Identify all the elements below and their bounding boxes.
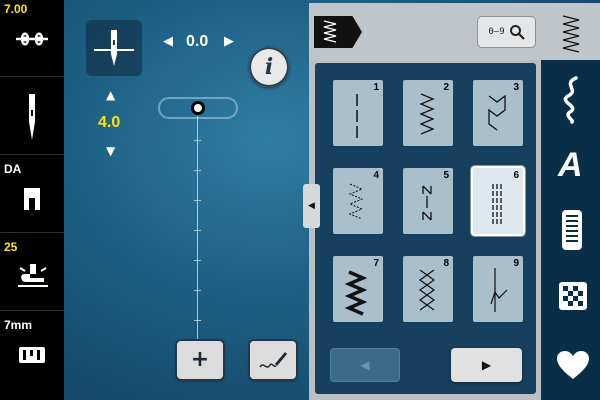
needle-position-value: 0.0 <box>186 33 209 50</box>
needle-button[interactable] <box>0 78 64 155</box>
slider-tick <box>194 140 201 141</box>
thread-tension-button[interactable]: 7.00 <box>0 0 64 77</box>
feed-dog-value: 7mm <box>4 318 33 332</box>
search-button[interactable]: 0–9 <box>478 17 535 47</box>
stitch-slider-line <box>197 116 198 341</box>
left-toolbar: 7.00 DA 25 7mm <box>0 0 64 400</box>
triple-straight-stitch-icon <box>492 184 502 224</box>
presser-pressure-button[interactable]: 25 <box>0 234 64 311</box>
slider-tick <box>194 170 201 171</box>
stitch-tile-3[interactable]: 3 <box>473 80 523 146</box>
stitch-tile-7[interactable]: 7 <box>333 256 383 322</box>
honeycomb-stitch-icon <box>418 269 436 311</box>
panel-collapse-handle[interactable]: ◀ <box>303 184 320 228</box>
next-page-button[interactable]: ▶ <box>451 348 522 382</box>
slider-tick <box>194 320 201 321</box>
presser-foot-pressure-icon <box>18 264 48 287</box>
thread-tension-icon <box>16 32 48 46</box>
presser-foot-icon <box>24 188 40 210</box>
needle-position-icon <box>94 30 134 66</box>
slider-tick <box>194 230 201 231</box>
stitch-designer-button[interactable] <box>250 341 296 379</box>
securing-stitch-icon <box>422 185 432 221</box>
collapse-arrow-icon: ◀ <box>308 201 315 211</box>
stitch-designer-pen-icon <box>259 352 287 368</box>
stitch-tile-4[interactable]: 4 <box>333 168 383 234</box>
slider-tick <box>194 290 201 291</box>
slider-tick <box>194 260 201 261</box>
info-button[interactable]: i <box>249 47 289 87</box>
stitch-tile-1[interactable]: 1 <box>333 80 383 146</box>
search-label: 0–9 <box>488 27 505 37</box>
needle-position-button[interactable] <box>86 20 142 76</box>
stitch-tile-5[interactable]: 5 <box>403 168 453 234</box>
info-icon: i <box>264 54 274 80</box>
thread-tension-value: 7.00 <box>4 2 28 16</box>
previous-page-button[interactable]: ◀ <box>330 348 400 382</box>
needle-icon <box>29 94 35 140</box>
category-tab[interactable] <box>314 16 362 48</box>
blind-stitch-icon <box>490 268 508 312</box>
straight-stitch-icon <box>356 94 358 138</box>
feed-dog-button[interactable]: 7mm <box>0 312 64 389</box>
needle-left-arrow[interactable]: ◀ <box>163 35 173 48</box>
stitch-width-down-arrow[interactable]: ▼ <box>106 145 115 157</box>
stitch-tile-6-selected[interactable]: 6 <box>473 168 523 234</box>
favorites-heart-icon[interactable] <box>556 350 590 380</box>
magnifier-icon <box>509 25 525 40</box>
stitch-tile-8[interactable]: 8 <box>403 256 453 322</box>
quilt-stitches-icon[interactable] <box>557 280 589 312</box>
feed-dog-icon <box>19 347 45 363</box>
presser-pressure-value: 25 <box>4 240 18 254</box>
next-arrow-icon: ▶ <box>481 358 492 372</box>
slider-tick <box>194 200 201 201</box>
alphabets-icon[interactable]: A <box>558 146 583 185</box>
previous-arrow-icon: ◀ <box>360 358 370 372</box>
buttonholes-icon[interactable] <box>560 208 584 252</box>
overlock-stitch-icon <box>488 94 506 131</box>
stitch-slider-handle[interactable] <box>191 101 205 115</box>
stitch-tile-2[interactable]: 2 <box>403 80 453 146</box>
stitch-tile-9[interactable]: 9 <box>473 256 523 322</box>
plus-button[interactable]: + <box>177 341 223 379</box>
presser-foot-label: DA <box>4 162 22 176</box>
practical-stitch-category-icon <box>323 20 337 43</box>
stitch-width-up-arrow[interactable]: ▲ <box>106 89 115 101</box>
decorative-stitches-icon[interactable] <box>560 74 584 124</box>
plus-icon: + <box>190 347 210 372</box>
triple-zigzag-stitch-icon <box>344 270 368 316</box>
presser-foot-button[interactable]: DA <box>0 156 64 233</box>
needle-right-arrow[interactable]: ▶ <box>224 35 234 48</box>
stitch-width-value: 4.0 <box>98 114 121 131</box>
practical-stitches-icon[interactable] <box>557 12 587 54</box>
running-stitch-icon <box>348 183 364 220</box>
zigzag-stitch-icon <box>419 93 435 135</box>
